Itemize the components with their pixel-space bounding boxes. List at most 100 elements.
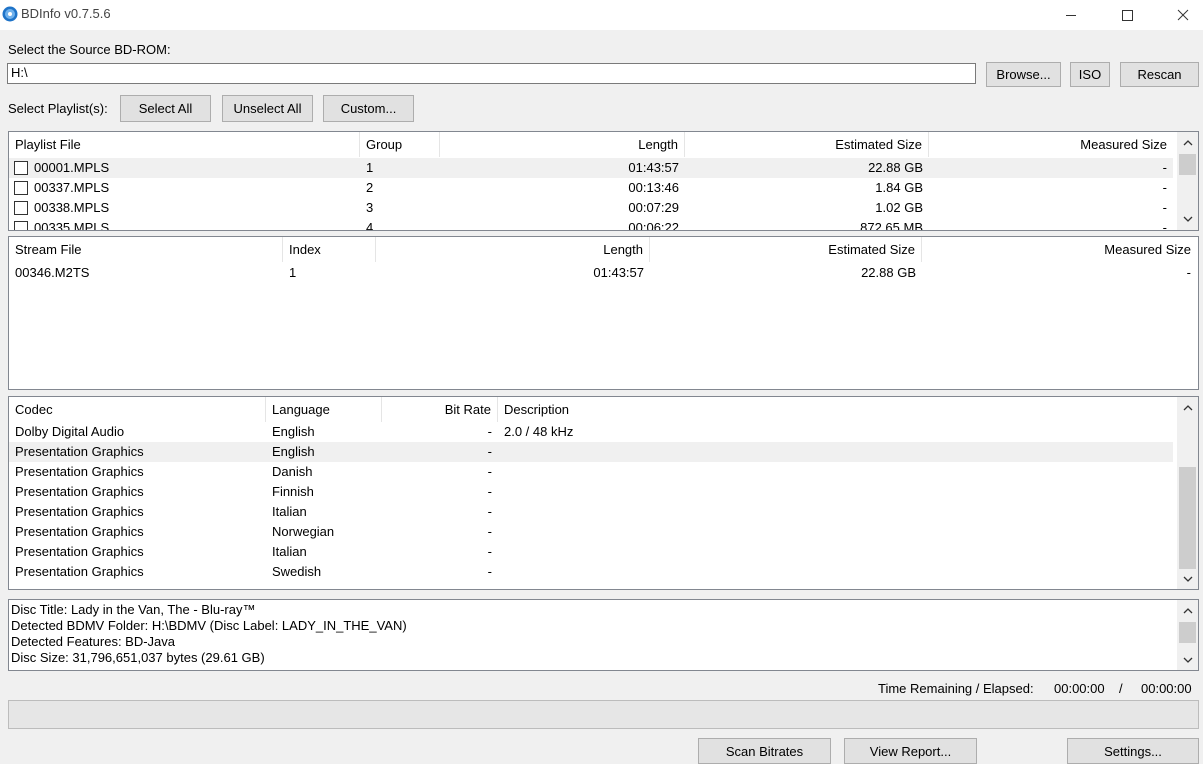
playlist-measured-size: - [1162,180,1167,195]
column-header-measured-size[interactable]: Measured Size [922,237,1197,262]
codec-description [498,542,1173,562]
table-row[interactable]: Presentation Graphics Swedish - [9,562,1173,582]
playlist-checkbox[interactable] [14,161,28,175]
select-all-button[interactable]: Select All [120,95,211,122]
codec-name: Presentation Graphics [15,444,144,459]
codec-bit-rate: - [487,564,492,579]
stream-measured-size: - [1186,265,1191,280]
source-label: Select the Source BD-ROM: [8,42,171,57]
playlist-file-name: 00001.MPLS [34,160,110,175]
table-row[interactable]: Presentation Graphics English - [9,442,1173,462]
minimize-button[interactable] [1048,0,1094,30]
disc-icon [2,6,18,22]
column-header-bit-rate[interactable]: Bit Rate [382,397,498,422]
playlist-scrollbar[interactable] [1177,132,1198,230]
column-header-measured-size[interactable]: Measured Size [929,132,1173,157]
bdmv-folder-line: Detected BDMV Folder: H:\BDMV (Disc Labe… [11,618,407,633]
maximize-button[interactable] [1104,0,1150,30]
column-header-playlist-file[interactable]: Playlist File [9,132,360,157]
browse-button[interactable]: Browse... [986,62,1061,87]
playlist-list[interactable]: Playlist File Group Length Estimated Siz… [8,131,1199,231]
unselect-all-button[interactable]: Unselect All [222,95,313,122]
codec-name: Presentation Graphics [15,564,144,579]
table-row[interactable]: Presentation Graphics Danish - [9,462,1173,482]
codec-description [498,562,1173,582]
features-line: Detected Features: BD-Java [11,634,176,649]
time-elapsed-value: 00:00:00 [1141,681,1192,696]
playlist-measured-size: - [1162,220,1167,231]
iso-button[interactable]: ISO [1070,62,1110,87]
table-row[interactable]: 00338.MPLS 3 00:07:29 1.02 GB - [9,198,1173,218]
scan-bitrates-button[interactable]: Scan Bitrates [698,738,831,764]
playlist-file-name: 00338.MPLS [34,200,110,215]
scroll-up-icon[interactable] [1177,399,1198,416]
scroll-down-icon[interactable] [1177,570,1198,587]
stream-index: 1 [289,265,297,280]
codec-name: Presentation Graphics [15,464,144,479]
table-row[interactable]: Presentation Graphics Norwegian - [9,522,1173,542]
playlist-measured-size: - [1162,160,1167,175]
codec-list[interactable]: Codec Language Bit Rate Description Dolb… [8,396,1199,590]
custom-button[interactable]: Custom... [323,95,414,122]
playlist-estimated-size: 1.84 GB [875,180,923,195]
playlist-checkbox[interactable] [14,201,28,215]
playlist-estimated-size: 872.65 MB [860,220,923,231]
playlist-measured-size: - [1162,200,1167,215]
codec-name: Presentation Graphics [15,544,144,559]
column-header-stream-file[interactable]: Stream File [9,237,283,262]
column-header-length[interactable]: Length [376,237,650,262]
codec-bit-rate: - [487,544,492,559]
codec-scrollbar[interactable] [1177,397,1198,589]
codec-bit-rate: - [487,524,492,539]
table-row[interactable]: 00346.M2TS 1 01:43:57 22.88 GB - [9,263,1198,283]
table-row[interactable]: 00001.MPLS 1 01:43:57 22.88 GB - [9,158,1173,178]
scroll-thumb[interactable] [1179,467,1196,569]
playlist-checkbox[interactable] [14,181,28,195]
column-header-estimated-size[interactable]: Estimated Size [650,237,922,262]
scroll-up-icon[interactable] [1177,602,1198,619]
source-path-input[interactable]: H:\ [7,63,976,84]
column-header-codec[interactable]: Codec [9,397,266,422]
table-row[interactable]: Presentation Graphics Italian - [9,502,1173,522]
table-row[interactable]: Presentation Graphics Finnish - [9,482,1173,502]
table-row[interactable]: Presentation Graphics Italian - [9,542,1173,562]
codec-bit-rate: - [487,424,492,439]
select-playlists-label: Select Playlist(s): [8,101,108,116]
scroll-down-icon[interactable] [1177,210,1198,227]
column-header-estimated-size[interactable]: Estimated Size [685,132,929,157]
time-remaining-label: Time Remaining / Elapsed: [878,681,1034,696]
title-bar [0,0,1203,30]
table-row[interactable]: 00335.MPLS 4 00:06:22 872.65 MB - [9,218,1173,231]
table-row[interactable]: 00337.MPLS 2 00:13:46 1.84 GB - [9,178,1173,198]
column-header-length[interactable]: Length [440,132,685,157]
playlist-checkbox[interactable] [14,221,28,230]
table-row[interactable]: Dolby Digital Audio English - 2.0 / 48 k… [9,422,1173,442]
codec-description [498,502,1173,522]
scroll-down-icon[interactable] [1177,651,1198,668]
scan-progress-bar [8,700,1199,729]
view-report-button[interactable]: View Report... [844,738,977,764]
playlist-group: 1 [366,160,374,175]
playlist-length: 00:13:46 [628,180,679,195]
disc-info-scrollbar[interactable] [1177,600,1198,670]
codec-description [498,482,1173,502]
minimize-icon [1066,15,1076,16]
disc-info-textarea[interactable]: Disc Title: Lady in the Van, The - Blu-r… [8,599,1199,671]
scroll-thumb[interactable] [1179,154,1196,175]
stream-list[interactable]: Stream File Index Length Estimated Size … [8,236,1199,390]
playlist-length: 00:06:22 [628,220,679,231]
codec-language: Finnish [272,484,314,499]
column-header-description[interactable]: Description [498,397,1178,422]
rescan-button[interactable]: Rescan [1120,62,1199,87]
codec-language: Swedish [272,564,322,579]
column-header-language[interactable]: Language [266,397,382,422]
scroll-thumb[interactable] [1179,622,1196,643]
close-button[interactable] [1160,0,1203,30]
playlist-file-name: 00337.MPLS [34,180,110,195]
column-header-group[interactable]: Group [360,132,440,157]
codec-name: Dolby Digital Audio [15,424,125,439]
codec-bit-rate: - [487,464,492,479]
settings-button[interactable]: Settings... [1067,738,1199,764]
column-header-index[interactable]: Index [283,237,376,262]
scroll-up-icon[interactable] [1177,134,1198,151]
